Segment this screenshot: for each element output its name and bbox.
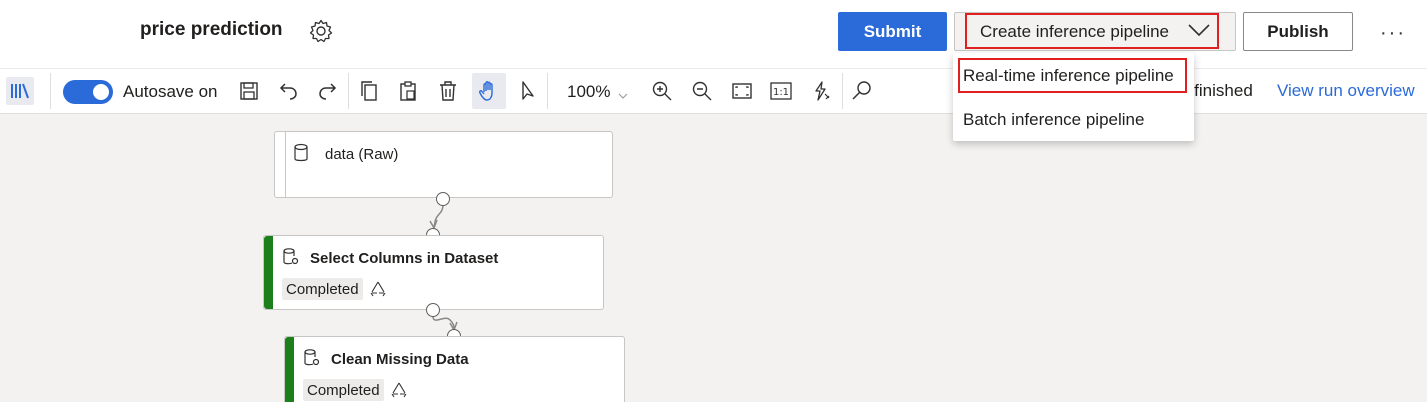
real-time-item-highlight-box — [958, 58, 1187, 93]
dataset-node[interactable]: data (Raw) — [274, 131, 613, 198]
node-left-edge — [285, 132, 286, 197]
save-icon[interactable] — [235, 77, 263, 105]
undo-icon[interactable] — [275, 77, 303, 105]
actual-size-label: 1:1 — [773, 87, 789, 98]
autosave-label: Autosave on — [123, 82, 218, 101]
toolbar-divider — [547, 73, 548, 109]
pipeline-canvas[interactable]: data (Raw) Select Columns in Dataset Com… — [0, 114, 1427, 402]
reuse-icon — [369, 280, 387, 303]
status-badge: Completed — [282, 278, 363, 300]
dataset-icon — [293, 143, 309, 168]
completed-status-bar — [264, 236, 273, 309]
canvas-toolbar: Autosave on 100% 1:1 n finished View run… — [0, 68, 1427, 114]
pan-hand-icon[interactable] — [472, 73, 506, 109]
auto-layout-icon[interactable] — [807, 77, 835, 105]
toggle-knob — [93, 84, 109, 100]
toolbar-divider — [50, 73, 51, 109]
chevron-down-icon[interactable] — [618, 87, 628, 99]
module-node[interactable]: Select Columns in Dataset Completed — [263, 235, 604, 310]
delete-icon[interactable] — [434, 77, 462, 105]
toolbar-divider — [348, 73, 349, 109]
zoom-level[interactable]: 100% — [567, 82, 610, 102]
module-icon — [282, 247, 300, 272]
gear-icon[interactable] — [308, 18, 334, 44]
reuse-icon — [390, 381, 408, 402]
autosave-toggle[interactable] — [63, 80, 113, 104]
completed-status-bar — [285, 337, 294, 402]
output-port[interactable] — [436, 192, 450, 206]
submit-button[interactable]: Submit — [838, 12, 947, 51]
view-run-overview-link[interactable]: View run overview — [1277, 81, 1415, 101]
zoom-in-icon[interactable] — [648, 77, 676, 105]
top-header: price prediction Submit Create inference… — [0, 0, 1427, 68]
fit-screen-icon[interactable] — [728, 77, 756, 105]
actual-size-icon[interactable]: 1:1 — [767, 77, 795, 105]
output-port[interactable] — [426, 303, 440, 317]
node-title: data (Raw) — [325, 146, 399, 163]
toolbar-divider — [842, 73, 843, 109]
copy-icon[interactable] — [355, 77, 383, 105]
connector-lines — [429, 204, 458, 332]
menu-item-batch-inference[interactable]: Batch inference pipeline — [963, 110, 1144, 130]
paste-icon[interactable] — [394, 77, 422, 105]
select-pointer-icon[interactable] — [514, 77, 542, 105]
node-title: Clean Missing Data — [331, 351, 469, 368]
redo-icon[interactable] — [313, 77, 341, 105]
more-options-icon[interactable]: ··· — [1380, 22, 1406, 44]
publish-button[interactable]: Publish — [1243, 12, 1353, 51]
pipeline-title: price prediction — [140, 19, 283, 40]
library-icon[interactable] — [6, 77, 34, 105]
status-badge: Completed — [303, 379, 384, 401]
search-icon[interactable] — [848, 77, 876, 105]
create-button-highlight-box — [965, 13, 1219, 49]
node-title: Select Columns in Dataset — [310, 250, 499, 267]
zoom-out-icon[interactable] — [688, 77, 716, 105]
module-node[interactable]: Clean Missing Data Completed — [284, 336, 625, 402]
module-icon — [303, 348, 321, 373]
